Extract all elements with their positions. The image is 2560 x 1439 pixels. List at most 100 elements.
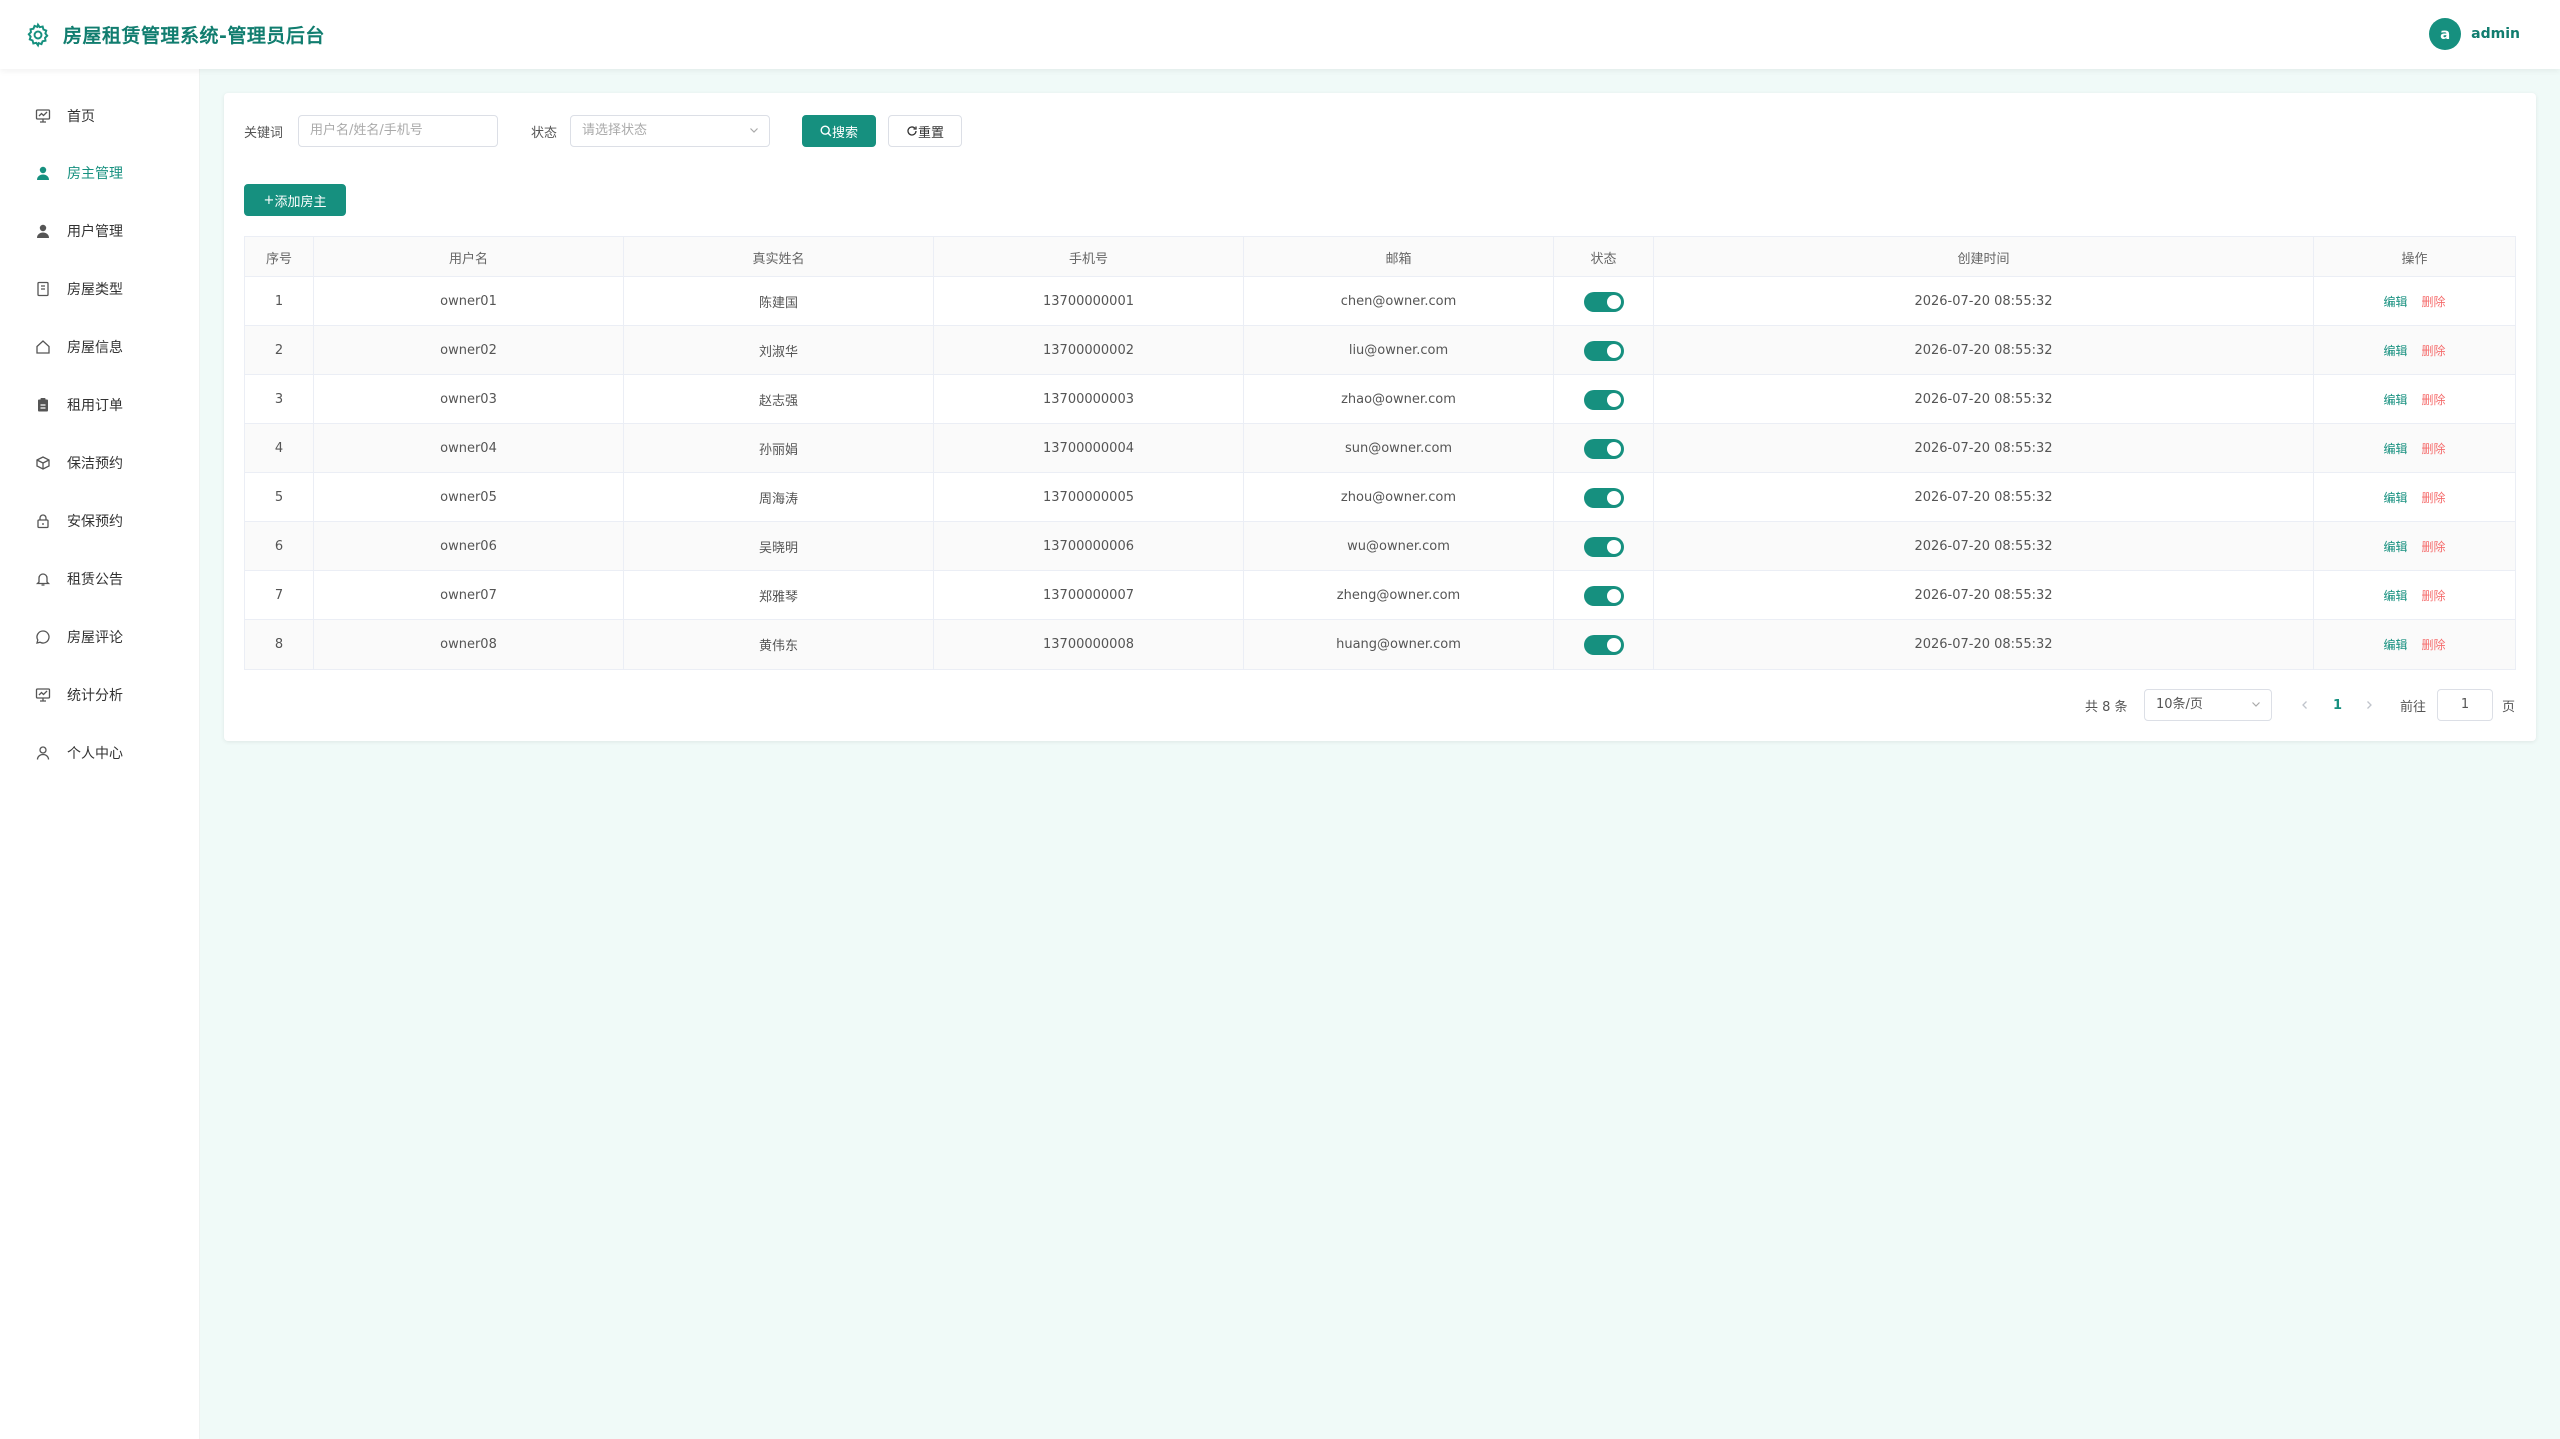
delete-button[interactable]: 删除 [2422,636,2446,653]
sidebar-item-profile[interactable]: 个人中心 [0,733,200,773]
row-status [1554,326,1654,375]
row-actions: 编辑 删除 [2314,424,2515,473]
edit-button[interactable]: 编辑 [2383,342,2407,359]
row-index: 7 [245,571,314,620]
house-icon [34,338,52,356]
status-select[interactable]: 请选择状态 [570,115,770,147]
status-toggle[interactable] [1583,438,1624,459]
edit-button[interactable]: 编辑 [2383,538,2407,555]
lock-icon [34,512,52,530]
table-header: 序号 用户名 真实姓名 手机号 邮箱 状态 创建时间 操作 [245,237,2515,277]
status-toggle[interactable] [1583,291,1624,312]
reset-button-label: 重置 [917,125,944,141]
pagination-total: 共 8 条 [2085,699,2128,715]
column-header: 用户名 [314,237,624,277]
sidebar-item-label: 首页 [67,109,95,125]
dashboard-icon [34,107,52,125]
row-username: owner01 [314,277,624,326]
row-username: owner05 [314,473,624,522]
reset-button[interactable]: 重置 [888,115,962,147]
status-toggle[interactable] [1583,634,1624,655]
table-row: 7 owner07 郑雅琴 13700000007 zheng@owner.com 202… [245,571,2515,620]
row-actions: 编辑 删除 [2314,326,2515,375]
chat-icon [34,628,52,646]
sidebar-item-label: 租赁公告 [67,572,123,588]
row-username: owner08 [314,620,624,669]
row-created: 2026-07-20 08:55:32 [1654,277,2314,326]
sidebar-item-users[interactable]: 用户管理 [0,211,200,251]
delete-button[interactable]: 删除 [2422,587,2446,604]
keyword-label: 关键词 [244,126,284,141]
row-email: sun@owner.com [1244,424,1554,473]
column-header: 创建时间 [1654,237,2314,277]
delete-button[interactable]: 删除 [2422,440,2446,457]
row-actions: 编辑 删除 [2314,571,2515,620]
row-created: 2026-07-20 08:55:32 [1654,424,2314,473]
avatar[interactable]: a [2429,18,2462,50]
row-phone: 13700000003 [934,375,1244,424]
sidebar-item-house-types[interactable]: 房屋类型 [0,269,200,309]
row-status [1554,424,1654,473]
sidebar-item-comments[interactable]: 房屋评论 [0,617,200,657]
sidebar-item-statistics[interactable]: 统计分析 [0,675,200,715]
edit-button[interactable]: 编辑 [2383,489,2407,506]
delete-button[interactable]: 删除 [2422,489,2446,506]
row-realname: 郑雅琴 [624,571,934,620]
row-realname: 赵志强 [624,375,934,424]
username[interactable]: admin [2471,26,2520,42]
row-realname: 吴晓明 [624,522,934,571]
status-toggle[interactable] [1583,536,1624,557]
row-status [1554,571,1654,620]
current-page[interactable]: 1 [2333,689,2342,721]
sidebar-item-house-info[interactable]: 房屋信息 [0,327,200,367]
page-size-value: 10条/页 [2156,697,2203,712]
gear-icon [27,22,49,48]
sidebar: 首页 房主管理 用户管理 房屋类型 房屋信息 租用订单 保洁预约 安保预约 租赁… [0,69,200,1439]
delete-button[interactable]: 删除 [2422,538,2446,555]
sidebar-item-home[interactable]: 首页 [0,96,200,136]
row-created: 2026-07-20 08:55:32 [1654,473,2314,522]
box-icon [34,454,52,472]
user-menu[interactable]: a admin [2429,18,2520,50]
status-toggle[interactable] [1583,487,1624,508]
sidebar-item-security[interactable]: 安保预约 [0,501,200,541]
delete-button[interactable]: 删除 [2422,391,2446,408]
row-realname: 刘淑华 [624,326,934,375]
sidebar-item-orders[interactable]: 租用订单 [0,385,200,425]
user-filled-icon [34,164,52,182]
keyword-input[interactable]: 用户名/姓名/手机号 [298,115,498,147]
status-toggle[interactable] [1583,585,1624,606]
column-header: 序号 [245,237,314,277]
row-status [1554,375,1654,424]
page-size-select[interactable]: 10条/页 [2144,689,2272,721]
status-toggle[interactable] [1583,389,1624,410]
sidebar-item-label: 房屋信息 [67,340,123,356]
prev-page-icon[interactable] [2300,700,2310,710]
sidebar-item-label: 统计分析 [67,688,123,704]
add-owner-button[interactable]: + 添加房主 [244,184,346,216]
sidebar-item-label: 房主管理 [67,166,123,182]
sidebar-item-label: 安保预约 [67,514,123,530]
edit-button[interactable]: 编辑 [2383,293,2407,310]
edit-button[interactable]: 编辑 [2383,440,2407,457]
search-button[interactable]: 搜索 [802,115,876,147]
row-email: zhou@owner.com [1244,473,1554,522]
row-realname: 陈建国 [624,277,934,326]
next-page-icon[interactable] [2364,700,2374,710]
sidebar-item-cleaning[interactable]: 保洁预约 [0,443,200,483]
sidebar-item-owners[interactable]: 房主管理 [0,153,200,193]
row-realname: 周海涛 [624,473,934,522]
row-created: 2026-07-20 08:55:32 [1654,571,2314,620]
edit-button[interactable]: 编辑 [2383,636,2407,653]
sidebar-item-notices[interactable]: 租赁公告 [0,559,200,599]
delete-button[interactable]: 删除 [2422,342,2446,359]
status-toggle[interactable] [1583,340,1624,361]
table-row: 6 owner06 吴晓明 13700000006 wu@owner.com 2026-0… [245,522,2515,571]
row-index: 3 [245,375,314,424]
goto-page-input[interactable]: 1 [2437,689,2493,721]
delete-button[interactable]: 删除 [2422,293,2446,310]
row-actions: 编辑 删除 [2314,522,2515,571]
edit-button[interactable]: 编辑 [2383,391,2407,408]
edit-button[interactable]: 编辑 [2383,587,2407,604]
table-row: 4 owner04 孙丽娟 13700000004 sun@owner.com 2026-… [245,424,2515,473]
